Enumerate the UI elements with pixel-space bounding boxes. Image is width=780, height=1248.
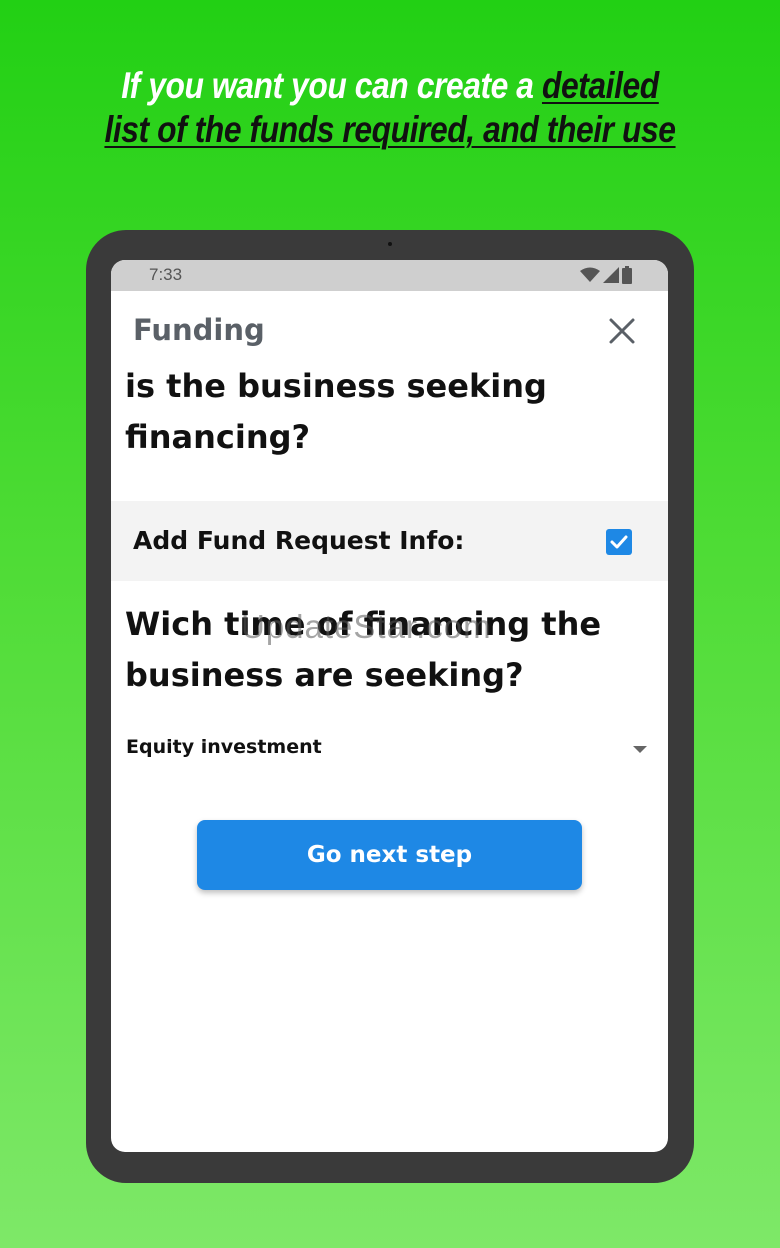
status-icons <box>580 266 632 284</box>
close-button[interactable] <box>606 315 638 347</box>
wifi-icon <box>580 267 600 282</box>
dropdown-selected-value: Equity investment <box>126 736 322 758</box>
close-icon <box>609 318 635 344</box>
financing-type-dropdown[interactable]: Equity investment <box>125 732 647 766</box>
fund-request-row[interactable]: Add Fund Request Info: <box>111 501 668 581</box>
next-step-button[interactable]: Go next step <box>197 820 582 890</box>
fund-request-label: Add Fund Request Info: <box>133 526 465 555</box>
fund-request-checkbox[interactable] <box>606 529 632 555</box>
battery-icon <box>622 266 632 284</box>
tablet-device: 7:33 Funding is the business seeking fin… <box>86 230 694 1183</box>
signal-icon <box>603 267 619 283</box>
watermark: UpdateStar.com <box>241 608 492 645</box>
promo-headline: If you want you can create a detailed li… <box>55 64 726 152</box>
headline-highlight-1: detailed <box>541 65 659 106</box>
page-title: Funding <box>133 313 265 347</box>
headline-text: If you want you can create a <box>121 65 542 106</box>
check-icon <box>610 535 628 549</box>
status-time: 7:33 <box>149 265 183 284</box>
financing-question: is the business seeking financing? <box>125 367 547 456</box>
status-bar: 7:33 <box>111 260 668 291</box>
app-screen: 7:33 Funding is the business seeking fin… <box>111 260 668 1152</box>
camera-dot <box>388 242 392 246</box>
headline-highlight-2: list of the funds required, and their us… <box>104 109 676 150</box>
caret-down-icon <box>633 746 647 753</box>
